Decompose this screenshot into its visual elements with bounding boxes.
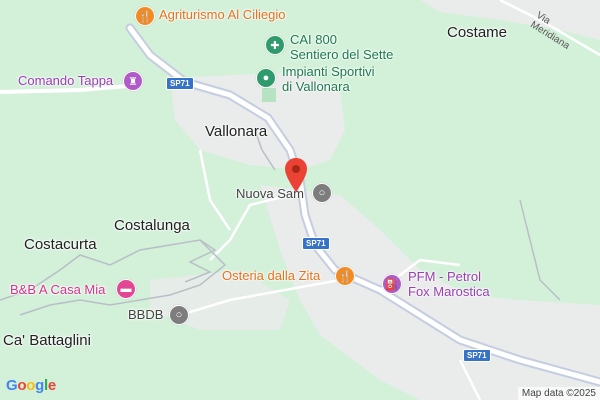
map-attribution[interactable]: Map data ©2025 bbox=[517, 387, 600, 400]
place-icon[interactable]: ○ bbox=[312, 183, 332, 203]
google-logo: Google bbox=[6, 377, 56, 394]
poi-label-impianti-line2[interactable]: di Vallonara bbox=[282, 79, 350, 95]
place-icon[interactable]: ○ bbox=[169, 305, 189, 325]
town-label-ca-battaglini: Ca' Battaglini bbox=[3, 332, 91, 349]
poi-label-pfm-line1[interactable]: PFM - Petrol bbox=[408, 269, 481, 285]
town-label-costacurta: Costacurta bbox=[24, 236, 97, 253]
poi-label-cai-line2[interactable]: Sentiero del Sette bbox=[290, 47, 393, 63]
sports-park-area bbox=[262, 88, 276, 102]
road-shield-sp71-top: SP71 bbox=[166, 77, 194, 90]
poi-label-pfm-line2[interactable]: Fox Marostica bbox=[408, 284, 490, 300]
hotel-icon[interactable]: ▬ bbox=[116, 279, 136, 299]
town-label-costame: Costame bbox=[447, 24, 508, 41]
town-label-vallonara: Vallonara bbox=[205, 123, 268, 140]
poi-label-bnb[interactable]: B&B A Casa Mia bbox=[10, 282, 105, 298]
location-pin-icon[interactable] bbox=[285, 158, 307, 192]
poi-label-bbdb[interactable]: BBDB bbox=[128, 307, 163, 323]
hiking-icon[interactable]: ✚ bbox=[265, 35, 285, 55]
poi-label-agriturismo[interactable]: Agriturismo Al Ciliegio bbox=[159, 7, 285, 23]
town-label-costalunga: Costalunga bbox=[114, 217, 190, 234]
sports-icon[interactable]: ● bbox=[256, 68, 276, 88]
road-shield-sp71-mid: SP71 bbox=[302, 237, 330, 250]
restaurant-icon[interactable]: 🍴 bbox=[335, 266, 355, 286]
poi-label-impianti-line1[interactable]: Impianti Sportivi bbox=[282, 64, 374, 80]
road-shield-sp71-bottom: SP71 bbox=[463, 349, 491, 362]
poi-label-cai-line1[interactable]: CAI 800 bbox=[290, 32, 337, 48]
castle-icon[interactable]: ♜ bbox=[123, 71, 143, 91]
fuel-icon[interactable]: ⛽ bbox=[382, 274, 402, 294]
poi-label-comando-tappa[interactable]: Comando Tappa bbox=[18, 73, 113, 89]
poi-label-osteria[interactable]: Osteria dalla Zita bbox=[222, 268, 320, 284]
map-canvas[interactable]: Costame Vallonara Costalunga Costacurta … bbox=[0, 0, 600, 400]
restaurant-icon[interactable]: 🍴 bbox=[135, 6, 155, 26]
